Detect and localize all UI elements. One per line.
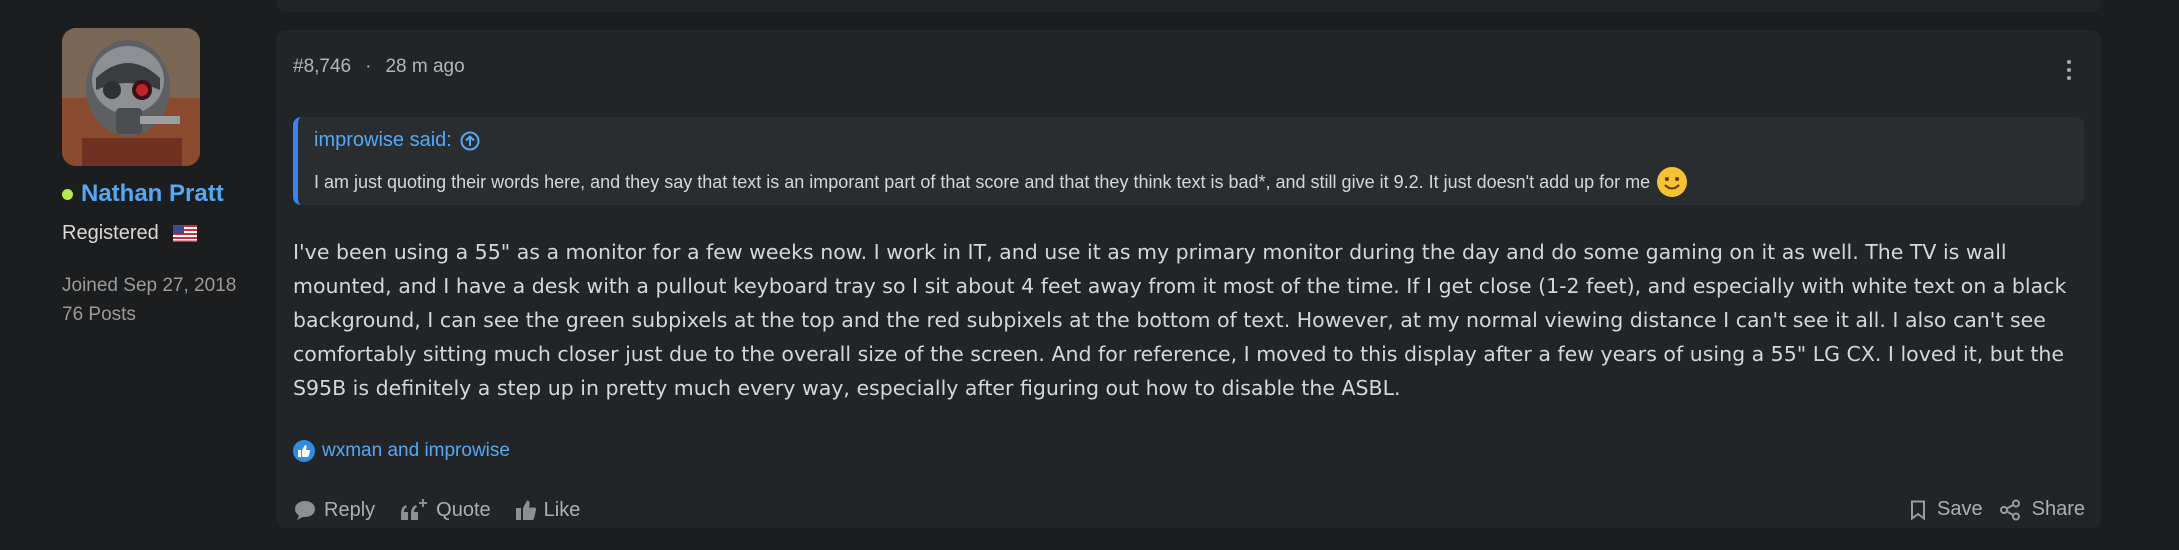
author-name-row: Nathan Pratt [62, 180, 282, 208]
post-number[interactable]: #8,746 [293, 56, 351, 77]
online-status-dot [62, 188, 73, 200]
save-button[interactable]: Save [1910, 498, 1983, 521]
thumbs-up-icon [293, 440, 315, 462]
reactions-users[interactable]: wxman and improwise [322, 440, 510, 462]
smile-emoji-icon [1657, 167, 1688, 197]
previous-post-edge [276, 0, 2101, 12]
like-label: Like [543, 498, 581, 521]
author-role-row: Registered [62, 222, 282, 245]
author-name[interactable]: Nathan Pratt [81, 180, 224, 208]
reactions-summary[interactable]: wxman and improwise [293, 440, 510, 462]
post-body: I've been using a 55" as a monitor for a… [293, 240, 2067, 400]
bookmark-icon [1911, 500, 1926, 520]
quote-plus-icon [401, 499, 428, 520]
author-role: Registered [62, 222, 159, 244]
quote-text: I am just quoting their words here, and … [314, 171, 1651, 192]
quote-block: improwise said: I am just quoting their … [293, 117, 2084, 205]
reply-button[interactable]: Reply [293, 499, 375, 522]
post-secondary-actions: Save Share [1894, 498, 2085, 521]
post-card: #8,746 · 28 m ago improwise said: I am jus… [276, 30, 2101, 528]
share-label: Share [2031, 498, 2085, 520]
quote-button[interactable]: Quote [399, 498, 491, 522]
speech-bubble-icon [295, 501, 315, 520]
thumbs-up-icon [515, 500, 536, 520]
arrow-up-circle-icon[interactable] [460, 131, 480, 151]
more-vertical-icon[interactable] [2063, 56, 2075, 86]
post-count: 76 Posts [62, 304, 136, 325]
us-flag-icon [172, 225, 197, 242]
share-button[interactable]: Share [1999, 498, 2085, 521]
post-meta: #8,746 · 28 m ago [293, 56, 465, 78]
post-actions: Reply Quote Like [293, 498, 604, 522]
quote-author[interactable]: improwise said: [314, 129, 452, 152]
quote-header[interactable]: improwise said: [314, 129, 2084, 152]
post-time: 28 m ago [385, 56, 465, 77]
avatar[interactable] [62, 28, 200, 166]
share-icon [1999, 499, 2020, 520]
author-panel: Nathan Pratt Registered Joined Sep 27, 2… [62, 28, 282, 329]
reply-label: Reply [324, 498, 376, 521]
author-stats: Joined Sep 27, 2018 76 Posts [62, 271, 282, 329]
like-button[interactable]: Like [515, 498, 581, 522]
join-date: Joined Sep 27, 2018 [62, 275, 237, 296]
meta-separator: · [365, 56, 372, 77]
save-label: Save [1937, 498, 1983, 520]
quote-label: Quote [436, 498, 491, 521]
quote-text-row: I am just quoting their words here, and … [314, 166, 2084, 198]
